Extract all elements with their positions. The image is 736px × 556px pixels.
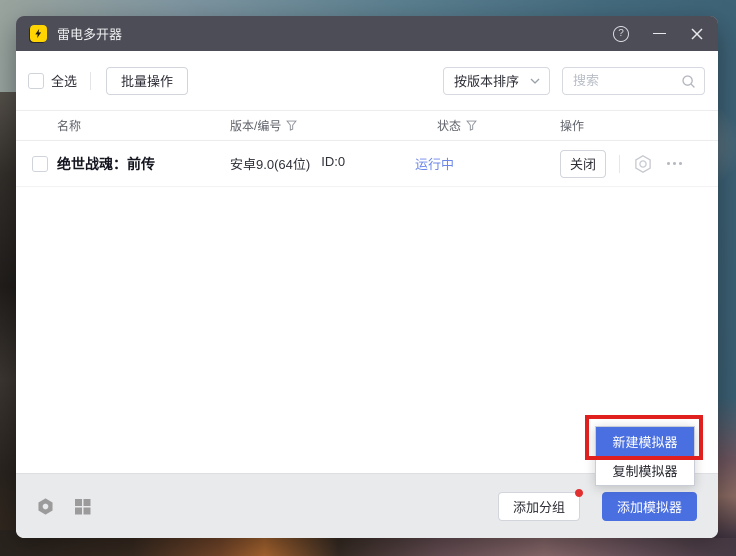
add-emulator-button[interactable]: 添加模拟器	[602, 492, 697, 521]
context-menu: 新建模拟器 复制模拟器	[595, 426, 695, 486]
emulator-version: 安卓9.0(64位)	[230, 154, 310, 173]
table-header: 名称 版本/编号 状态 操作	[16, 110, 718, 141]
column-version-label: 版本/编号	[230, 117, 281, 134]
minimize-icon[interactable]	[653, 27, 666, 41]
app-logo-icon	[30, 25, 47, 42]
sort-dropdown[interactable]: 按版本排序	[443, 67, 550, 95]
column-status[interactable]: 状态	[415, 117, 560, 134]
column-status-label: 状态	[437, 117, 461, 134]
stop-emulator-button[interactable]: 关闭	[560, 150, 606, 178]
chevron-down-icon	[530, 78, 540, 84]
settings-gear-icon[interactable]	[36, 497, 55, 516]
close-icon[interactable]	[690, 27, 704, 41]
row-operations: 关闭	[560, 150, 718, 178]
menu-item-copy-emulator[interactable]: 复制模拟器	[596, 456, 694, 485]
add-group-button[interactable]: 添加分组	[498, 492, 580, 521]
select-all-checkbox[interactable]	[28, 73, 44, 89]
titlebar[interactable]: 雷电多开器 ?	[16, 16, 718, 51]
toolbar: 全选 批量操作 按版本排序	[16, 51, 718, 110]
grid-apps-icon[interactable]	[74, 498, 91, 515]
operations-divider	[619, 155, 620, 173]
column-name[interactable]: 名称	[57, 117, 230, 134]
search-box	[562, 67, 705, 95]
filter-funnel-icon[interactable]	[286, 120, 297, 131]
emulator-version-cell: 安卓9.0(64位) ID:0	[230, 154, 415, 173]
add-group-label: 添加分组	[513, 497, 565, 516]
app-window: 雷电多开器 ? 全选 批量操作 按版本排序	[16, 16, 718, 538]
column-version[interactable]: 版本/编号	[230, 117, 415, 134]
emulator-name: 绝世战魂：前传	[57, 154, 230, 174]
column-operations[interactable]: 操作	[560, 117, 718, 134]
sort-dropdown-value: 按版本排序	[454, 71, 519, 90]
select-all-label: 全选	[51, 71, 77, 90]
menu-item-new-emulator[interactable]: 新建模拟器	[596, 427, 694, 456]
help-icon[interactable]: ?	[613, 26, 629, 42]
footer-actions: 添加分组 添加模拟器	[498, 492, 697, 521]
toolbar-right: 按版本排序	[443, 67, 705, 95]
notification-dot	[575, 489, 583, 497]
settings-gear-icon[interactable]	[633, 154, 653, 174]
titlebar-actions: ?	[613, 26, 704, 42]
more-ellipsis-icon[interactable]	[667, 162, 682, 165]
search-icon	[681, 74, 696, 89]
toolbar-divider	[90, 72, 91, 90]
table-row[interactable]: 绝世战魂：前传 安卓9.0(64位) ID:0 运行中 关闭	[16, 141, 718, 187]
emulator-id: ID:0	[321, 154, 345, 173]
filter-funnel-icon[interactable]	[466, 120, 477, 131]
status-badge: 运行中	[415, 154, 560, 173]
row-checkbox[interactable]	[32, 156, 48, 172]
batch-operations-button[interactable]: 批量操作	[106, 67, 188, 95]
window-title: 雷电多开器	[57, 24, 122, 43]
desktop: 雷电多开器 ? 全选 批量操作 按版本排序	[0, 0, 736, 556]
